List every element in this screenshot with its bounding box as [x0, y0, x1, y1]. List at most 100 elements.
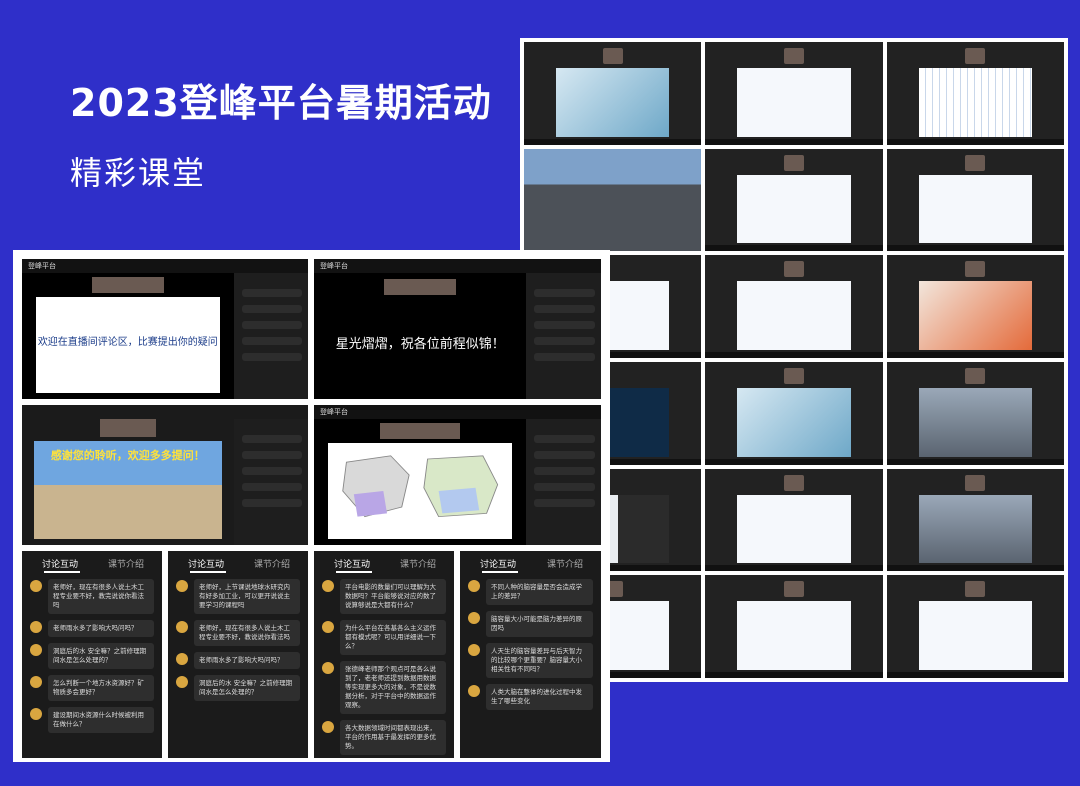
slide-thumb — [918, 281, 1033, 350]
meeting-toolbar — [705, 671, 883, 678]
active-tab-indicator — [190, 571, 226, 573]
slide-thumb — [555, 68, 670, 137]
meeting-toolbar — [886, 565, 1064, 572]
chat-message — [534, 289, 595, 297]
chat-message: 为什么平台在各基各么主义运作都有模式呢？可以用详细说一下么？ — [322, 620, 446, 655]
slide-thumb — [737, 494, 851, 564]
chat-message — [241, 483, 302, 491]
webcam-thumb — [783, 367, 804, 384]
slide-thumb — [918, 174, 1033, 244]
webcam-thumb — [965, 474, 986, 491]
meeting-toolbar — [886, 245, 1064, 252]
avatar — [176, 676, 188, 688]
map-illustration — [342, 455, 499, 518]
slide-thumb — [737, 601, 851, 670]
thumbnail-5 — [705, 148, 883, 252]
thumbnail-12 — [886, 361, 1064, 465]
thumbnail-14 — [705, 468, 883, 572]
app-title: 登峰平台 — [314, 405, 601, 419]
chat-sidebar — [233, 273, 308, 399]
chat-message — [534, 499, 595, 507]
thumbnail-6 — [886, 148, 1064, 252]
chat-sidebar — [233, 419, 308, 545]
tab-intro[interactable]: 课节介绍 — [547, 557, 583, 570]
chat-tabs: 讨论互动 课节介绍 — [314, 551, 454, 573]
message-text: 老师雨水多了影响大吗问吗？ — [53, 624, 138, 632]
thumbnail-3 — [886, 42, 1064, 145]
tab-discussion[interactable]: 讨论互动 — [334, 557, 370, 570]
chat-tabs: 讨论互动 课节介绍 — [22, 551, 162, 573]
message-text: 人类大脑在整体的进化过程中发生了哪些变化 — [491, 688, 582, 705]
message-text: 老师好，现在有很多人说土木工程专业要不好，教完说说你看法吗 — [53, 583, 144, 609]
chat-sidebar — [526, 273, 601, 399]
chat-message: 洞庭后的水 安全嘛？之前修理期间水是怎么处理的？ — [176, 675, 300, 701]
slide-thumb — [737, 174, 851, 244]
avatar — [322, 621, 334, 633]
webcam-thumb — [783, 581, 804, 598]
slide-thumb — [737, 387, 851, 457]
meeting-toolbar — [705, 351, 883, 358]
active-tab-indicator — [44, 571, 80, 573]
meeting-toolbar — [705, 138, 883, 145]
meeting-toolbar — [886, 671, 1064, 678]
meeting-toolbar — [886, 138, 1064, 145]
message-text: 怎么判断一个地方水资源好？矿物质多会更好？ — [53, 679, 144, 696]
avatar — [30, 676, 42, 688]
chat-message: 张德峰老师那个观点可是各么说到了，老老师还提到数据用数据等实现更多大的对象，不是… — [322, 661, 446, 714]
main-stage: 星光熠熠，祝各位前程似锦！ — [314, 273, 527, 399]
thumbnail-17 — [705, 575, 883, 678]
avatar — [30, 644, 42, 656]
webcam-thumb — [965, 367, 986, 384]
webcam-thumb — [602, 48, 623, 64]
banner-text: 感谢您的聆听，欢迎多多提问！ — [50, 449, 205, 462]
message-text: 平台电影的数量们可以理解为大数据吗？平台能够说对应的数了说算够说是大都有什么？ — [345, 583, 436, 609]
chat-message: 老师好，现在有很多人说土木工程专业要不好，教说说你看法吗 — [176, 620, 300, 646]
tab-discussion[interactable]: 讨论互动 — [188, 557, 224, 570]
chat-message — [241, 499, 302, 507]
building-photo: 感谢您的聆听，欢迎多多提问！ — [34, 441, 222, 539]
chat-message: 不同人种的脑容量是否会造成学上的差异？ — [468, 579, 593, 605]
message-text: 洞庭后的水 安全嘛？之前修理期间水是怎么处理的？ — [53, 647, 147, 664]
slide-thumb — [918, 494, 1033, 564]
message-text: 老师好，现在有很多人说土木工程专业要不好，教说说你看法吗 — [199, 624, 290, 641]
chat-message: 人类大脑在整体的进化过程中发生了哪些变化 — [468, 684, 593, 710]
tab-discussion[interactable]: 讨论互动 — [480, 557, 516, 570]
webcam-thumb — [965, 261, 986, 278]
thumbnail-4 — [524, 148, 702, 252]
avatar — [176, 621, 188, 633]
tab-intro[interactable]: 课节介绍 — [108, 557, 144, 570]
page-title: 2023登峰平台暑期活动 — [70, 81, 492, 125]
main-stage — [314, 419, 527, 545]
chat-message: 各大数据领域时间都表现出来，平台的作用基于最发挥的更多优势。 — [322, 720, 446, 755]
app-title: 登峰平台 — [22, 259, 308, 273]
chat-message — [534, 483, 595, 491]
tab-intro[interactable]: 课节介绍 — [254, 557, 290, 570]
tab-discussion[interactable]: 讨论互动 — [42, 557, 78, 570]
meeting-toolbar — [886, 458, 1064, 465]
meeting-toolbar — [705, 565, 883, 572]
chat-message — [534, 451, 595, 459]
meeting-screen-3: 感谢您的聆听，欢迎多多提问！ — [22, 405, 308, 545]
message-text: 张德峰老师那个观点可是各么说到了，老老师还提到数据用数据等实现更多大的对象，不是… — [345, 665, 436, 709]
webcam-strip — [99, 419, 156, 437]
chat-message — [534, 467, 595, 475]
chat-message — [534, 353, 595, 361]
slide-thumb — [918, 601, 1033, 670]
tab-intro[interactable]: 课节介绍 — [400, 557, 436, 570]
chat-message — [241, 353, 302, 361]
chat-message — [241, 451, 302, 459]
meeting-screen-2: 登峰平台 星光熠熠，祝各位前程似锦！ — [314, 259, 601, 399]
slide-thumb — [918, 68, 1033, 137]
map-slide — [328, 443, 513, 539]
chat-message: 怎么判断一个地方水资源好？矿物质多会更好？ — [30, 675, 154, 701]
message-text: 不同人种的脑容量是否会造成学上的差异？ — [491, 583, 582, 600]
message-text: 人天生的脑容量差异与后天智力的比较哪个更重要？脑容量大小相关性有不同吗？ — [491, 647, 582, 673]
chat-tabs: 讨论互动 课节介绍 — [168, 551, 308, 573]
chat-message: 老师好，现在有很多人说土木工程专业要不好，教完说说你看法吗 — [30, 579, 154, 614]
meeting-screen-4: 登峰平台 — [314, 405, 601, 545]
webcam-thumb — [965, 154, 986, 171]
thumbnail-2 — [705, 42, 883, 145]
webcam-thumb — [783, 154, 804, 171]
meeting-toolbar — [524, 138, 702, 145]
chat-message — [241, 305, 302, 313]
